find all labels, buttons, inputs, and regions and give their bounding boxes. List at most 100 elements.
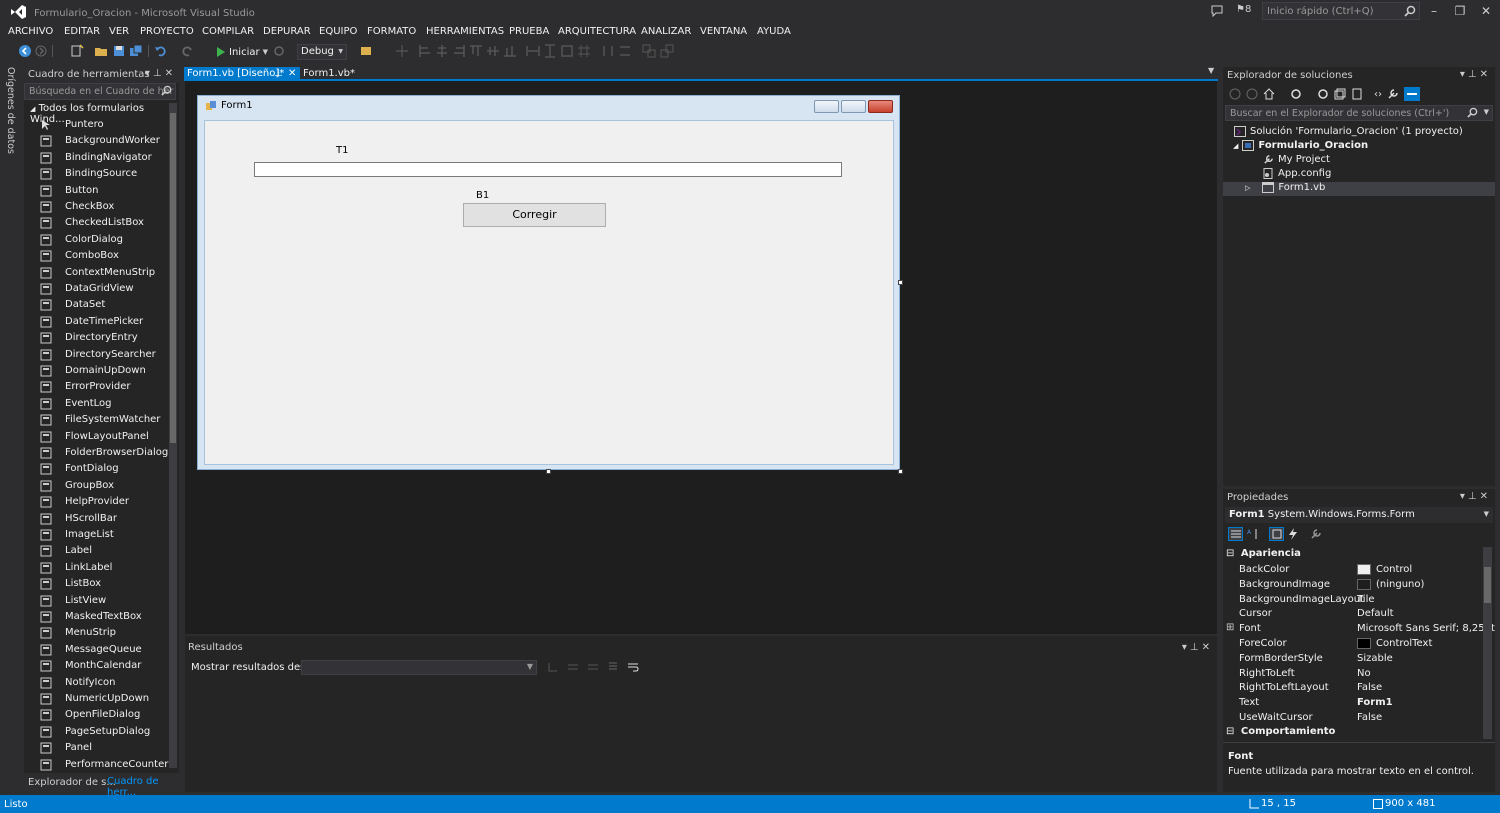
toolbox-item[interactable]: ColorDialog (24, 232, 169, 248)
toolbox-item[interactable]: FolderBrowserDialog (24, 445, 169, 461)
solution-explorer-footer-tab[interactable]: Explorador de s... (28, 777, 116, 788)
start-debugging-button[interactable]: Iniciar ▼ (216, 44, 268, 60)
menu-ayuda[interactable]: AYUDA (757, 26, 791, 37)
close-icon[interactable]: ✕ (1202, 642, 1213, 653)
menu-editar[interactable]: EDITAR (64, 26, 100, 37)
toolbox-item[interactable]: MaskedTextBox (24, 609, 169, 625)
toolbox-item[interactable]: FlowLayoutPanel (24, 429, 169, 445)
align-middles-icon[interactable] (486, 44, 500, 58)
refresh-icon[interactable] (272, 44, 286, 58)
pin-icon[interactable]: ⊥ (274, 68, 283, 79)
menu-analizar[interactable]: ANALIZAR (641, 26, 691, 37)
find-message-icon[interactable] (547, 661, 559, 673)
menu-ventana[interactable]: VENTANA (700, 26, 747, 37)
previous-message-icon[interactable] (567, 661, 579, 673)
data-sources-tab[interactable]: Orígenes de datos (5, 67, 16, 154)
forward-icon[interactable] (1246, 88, 1258, 100)
home-icon[interactable] (1263, 88, 1275, 100)
menu-compilar[interactable]: COMPILAR (202, 26, 254, 37)
property-row[interactable]: Cursor Default (1223, 607, 1481, 622)
resize-handle-corner[interactable] (898, 469, 903, 474)
events-lightning-icon[interactable] (1288, 528, 1298, 540)
toolbox-item[interactable]: FileSystemWatcher (24, 412, 169, 428)
toolbox-item[interactable]: DirectorySearcher (24, 347, 169, 363)
open-file-icon[interactable] (94, 44, 108, 58)
pin-icon[interactable]: ⊥ (1190, 642, 1202, 653)
form-client-area[interactable]: T1 B1 Corregir (204, 120, 894, 465)
properties-view-icon[interactable] (1269, 527, 1284, 541)
toolbox-item[interactable]: ComboBox (24, 248, 169, 264)
collapse-all-icon[interactable] (1334, 88, 1346, 100)
toolbox-item[interactable]: Panel (24, 740, 169, 756)
close-icon[interactable]: ✕ (1480, 69, 1491, 80)
toolbox-item[interactable]: NotifyIcon (24, 675, 169, 691)
toolbox-item[interactable]: NumericUpDown (24, 691, 169, 707)
menu-archivo[interactable]: ARCHIVO (8, 26, 53, 37)
toolbox-item[interactable]: Puntero (24, 117, 169, 133)
property-row[interactable]: UseWaitCursor False (1223, 711, 1481, 726)
solution-configuration-select[interactable]: Debug ▼ (297, 44, 347, 60)
bring-to-front-icon[interactable] (642, 44, 656, 58)
save-icon[interactable] (112, 44, 126, 58)
toolbox-item[interactable]: DataGridView (24, 281, 169, 297)
undo-icon[interactable] (154, 44, 168, 58)
tree-item-my-project[interactable]: My Project (1263, 154, 1330, 165)
scrollbar-thumb[interactable] (170, 113, 176, 443)
minimize-button[interactable]: – (1422, 2, 1446, 20)
resize-handle-right[interactable] (898, 280, 903, 285)
textbox-control[interactable] (254, 162, 842, 177)
property-row[interactable]: BackgroundImage (ninguno) (1223, 578, 1481, 593)
toolbox-item[interactable]: Label (24, 543, 169, 559)
align-bottoms-icon[interactable] (503, 44, 517, 58)
property-value[interactable]: Tile (1357, 594, 1375, 605)
send-to-back-icon[interactable] (660, 44, 674, 58)
clear-all-icon[interactable] (607, 661, 619, 673)
horizontal-spacing-icon[interactable] (601, 44, 615, 58)
close-icon[interactable]: ✕ (288, 68, 296, 79)
new-project-icon[interactable] (70, 44, 84, 58)
resize-handle-bottom[interactable] (546, 469, 551, 474)
toolbox-item[interactable]: MessageQueue (24, 642, 169, 658)
property-row[interactable]: ForeColor ControlText (1223, 637, 1481, 652)
property-value[interactable]: No (1357, 668, 1371, 679)
back-icon[interactable] (1229, 88, 1241, 100)
toolbox-scrollbar[interactable] (169, 103, 177, 768)
close-icon[interactable]: ✕ (165, 68, 176, 79)
sync-icon[interactable] (1317, 88, 1329, 100)
corregir-button[interactable]: Corregir (463, 203, 606, 227)
toolbox-item[interactable]: EventLog (24, 396, 169, 412)
toolbox-item[interactable]: CheckBox (24, 199, 169, 215)
toolbox-item[interactable]: ListBox (24, 576, 169, 592)
redo-icon[interactable] (180, 44, 194, 58)
toolbox-item[interactable]: HScrollBar (24, 511, 169, 527)
find-in-files-icon[interactable] (360, 44, 374, 58)
menu-proyecto[interactable]: PROYECTO (140, 26, 194, 37)
close-button[interactable]: ✕ (1474, 2, 1498, 20)
label-t1[interactable]: T1 (336, 145, 348, 156)
save-all-icon[interactable] (129, 44, 143, 58)
make-same-height-icon[interactable] (543, 44, 557, 58)
property-row[interactable]: FormBorderStyle Sizable (1223, 652, 1481, 667)
pin-icon[interactable]: ⊥ (153, 68, 165, 79)
pin-icon[interactable]: ⊥ (1468, 69, 1480, 80)
menu-herramientas[interactable]: HERRAMIENTAS (426, 26, 504, 37)
dropdown-icon[interactable]: ▾ (1460, 491, 1468, 502)
toolbox-item[interactable]: DateTimePicker (24, 314, 169, 330)
forward-icon[interactable] (34, 44, 48, 58)
property-object-selector[interactable]: Form1 System.Windows.Forms.Form ▼ (1225, 507, 1493, 523)
vertical-spacing-icon[interactable] (618, 44, 632, 58)
toolbox-item[interactable]: GroupBox (24, 478, 169, 494)
preview-selected-icon[interactable] (1404, 87, 1420, 101)
toolbox-item[interactable]: ImageList (24, 527, 169, 543)
toolbox-item[interactable]: DomainUpDown (24, 363, 169, 379)
toolbox-item[interactable]: BindingSource (24, 166, 169, 182)
make-same-width-icon[interactable] (526, 44, 540, 58)
property-value[interactable]: ControlText (1357, 638, 1432, 649)
feedback-icon[interactable] (1210, 4, 1224, 18)
toolbox-item[interactable]: LinkLabel (24, 560, 169, 576)
menu-ver[interactable]: VER (109, 26, 129, 37)
menu-formato[interactable]: FORMATO (367, 26, 416, 37)
toolbox-item[interactable]: MenuStrip (24, 625, 169, 641)
toolbox-item[interactable]: FontDialog (24, 461, 169, 477)
property-value[interactable]: (ninguno) (1357, 578, 1424, 590)
